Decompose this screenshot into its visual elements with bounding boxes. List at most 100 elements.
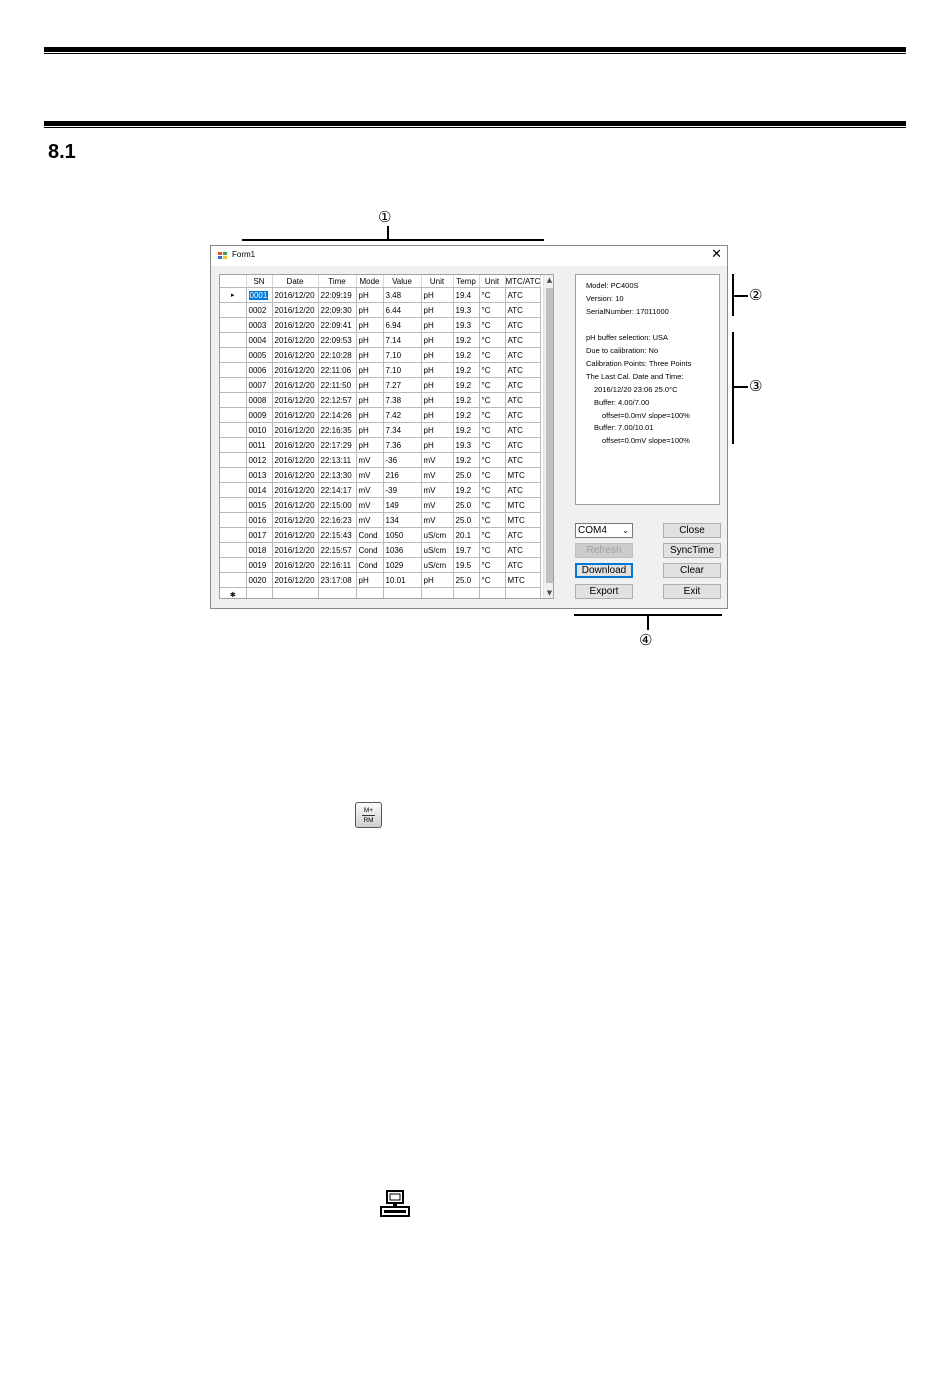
grid-cell[interactable]: 0018 — [246, 542, 273, 558]
grid-cell[interactable]: 22:09:53 — [318, 332, 357, 348]
grid-cell[interactable]: 23:17:08 — [318, 572, 357, 588]
grid-cell[interactable]: 134 — [383, 512, 422, 528]
grid-cell[interactable]: °C — [479, 377, 506, 393]
grid-cell[interactable]: 2016/12/20 — [272, 332, 319, 348]
synctime-button[interactable]: SyncTime — [663, 543, 721, 558]
grid-cell[interactable]: 19.2 — [453, 332, 480, 348]
grid-cell[interactable]: pH — [356, 287, 384, 303]
close-icon[interactable]: ✕ — [711, 247, 722, 262]
row-header[interactable] — [220, 422, 247, 438]
grid-cell[interactable]: pH — [356, 317, 384, 333]
grid-cell[interactable]: ATC — [505, 407, 542, 423]
row-header[interactable]: ✱ — [220, 587, 247, 598]
row-header[interactable] — [220, 497, 247, 513]
grid-cell[interactable]: 22:15:43 — [318, 527, 357, 543]
grid-cell[interactable]: ATC — [505, 482, 542, 498]
grid-cell[interactable]: uS/cm — [421, 557, 454, 573]
table-row[interactable]: 0008 2016/12/20 22:12:57 pH 7.38 pH 19.2 °C ATC — [220, 392, 542, 408]
grid-cell[interactable] — [479, 587, 506, 598]
grid-cell[interactable]: 2016/12/20 — [272, 512, 319, 528]
grid-cell[interactable]: °C — [479, 392, 506, 408]
grid-cell[interactable]: ATC — [505, 317, 542, 333]
row-header[interactable] — [220, 377, 247, 393]
grid-cell[interactable]: 25.0 — [453, 512, 480, 528]
grid-cell[interactable]: -39 — [383, 482, 422, 498]
grid-cell[interactable]: uS/cm — [421, 542, 454, 558]
grid-cell[interactable]: 0001 — [246, 287, 273, 303]
grid-cell[interactable]: pH — [421, 572, 454, 588]
grid-cell[interactable]: pH — [421, 392, 454, 408]
grid-cell[interactable]: pH — [356, 392, 384, 408]
grid-cell[interactable]: 2016/12/20 — [272, 302, 319, 318]
grid-cell[interactable]: ATC — [505, 437, 542, 453]
grid-cell[interactable]: 19.2 — [453, 452, 480, 468]
column-header[interactable]: Date — [272, 275, 319, 288]
grid-cell[interactable]: 2016/12/20 — [272, 572, 319, 588]
grid-cell[interactable]: pH — [421, 377, 454, 393]
grid-cell[interactable]: mV — [356, 452, 384, 468]
grid-cell[interactable]: 0007 — [246, 377, 273, 393]
grid-cell[interactable]: °C — [479, 542, 506, 558]
grid-cell[interactable]: 2016/12/20 — [272, 467, 319, 483]
grid-cell[interactable]: pH — [356, 377, 384, 393]
grid-cell[interactable]: pH — [356, 437, 384, 453]
grid-cell[interactable]: 20.1 — [453, 527, 480, 543]
grid-cell[interactable]: 2016/12/20 — [272, 362, 319, 378]
grid-cell[interactable] — [383, 587, 422, 598]
grid-cell[interactable] — [421, 587, 454, 598]
grid-cell[interactable]: 0009 — [246, 407, 273, 423]
grid-cell[interactable]: 19.2 — [453, 392, 480, 408]
grid-cell[interactable]: °C — [479, 512, 506, 528]
grid-cell[interactable]: 2016/12/20 — [272, 347, 319, 363]
grid-cell[interactable]: pH — [421, 302, 454, 318]
grid-cell[interactable]: 0011 — [246, 437, 273, 453]
table-row[interactable]: 0011 2016/12/20 22:17:29 pH 7.36 pH 19.3 °C ATC — [220, 437, 542, 453]
chevron-down-icon[interactable]: ⌄ — [622, 526, 629, 535]
grid-cell[interactable]: 22:12:57 — [318, 392, 357, 408]
grid-cell[interactable]: 19.2 — [453, 482, 480, 498]
grid-cell[interactable]: pH — [356, 332, 384, 348]
grid-cell[interactable]: MTC — [505, 572, 542, 588]
grid-cell[interactable]: mV — [356, 467, 384, 483]
table-row[interactable]: 0017 2016/12/20 22:15:43 Cond 1050 uS/cm 20.1 °… — [220, 527, 542, 543]
grid-cell[interactable]: 149 — [383, 497, 422, 513]
grid-cell[interactable]: °C — [479, 527, 506, 543]
grid-cell[interactable]: 1036 — [383, 542, 422, 558]
grid-cell[interactable]: 1050 — [383, 527, 422, 543]
grid-cell[interactable]: 2016/12/20 — [272, 317, 319, 333]
row-header[interactable] — [220, 527, 247, 543]
grid-cell[interactable]: 22:11:50 — [318, 377, 357, 393]
column-header[interactable]: Unit — [421, 275, 454, 288]
grid-cell[interactable]: 22:15:00 — [318, 497, 357, 513]
grid-cell[interactable]: 2016/12/20 — [272, 377, 319, 393]
grid-cell[interactable]: 2016/12/20 — [272, 452, 319, 468]
grid-cell[interactable]: pH — [421, 317, 454, 333]
grid-cell[interactable]: ATC — [505, 422, 542, 438]
grid-cell[interactable]: ATC — [505, 392, 542, 408]
grid-cell[interactable] — [453, 587, 480, 598]
grid-cell[interactable]: 2016/12/20 — [272, 392, 319, 408]
row-header[interactable]: ▸ — [220, 287, 247, 303]
vertical-scrollbar[interactable]: ▲ ▼ — [543, 275, 553, 598]
grid-cell[interactable]: -36 — [383, 452, 422, 468]
grid-cell[interactable]: 22:10:28 — [318, 347, 357, 363]
grid-cell[interactable]: 25.0 — [453, 497, 480, 513]
table-row[interactable]: 0007 2016/12/20 22:11:50 pH 7.27 pH 19.2 °C ATC — [220, 377, 542, 393]
grid-cell[interactable]: 19.2 — [453, 407, 480, 423]
grid-cell[interactable]: 22:09:30 — [318, 302, 357, 318]
grid-cell[interactable]: MTC — [505, 467, 542, 483]
grid-cell[interactable]: 2016/12/20 — [272, 497, 319, 513]
grid-cell[interactable]: 6.44 — [383, 302, 422, 318]
grid-cell[interactable]: 22:16:35 — [318, 422, 357, 438]
export-button[interactable]: Export — [575, 584, 633, 599]
table-row[interactable]: 0010 2016/12/20 22:16:35 pH 7.34 pH 19.2 °C ATC — [220, 422, 542, 438]
grid-cell[interactable]: °C — [479, 302, 506, 318]
grid-cell[interactable]: 0015 — [246, 497, 273, 513]
records-grid[interactable]: SN Date Time Mode Value Unit Temp Unit M… — [219, 274, 554, 599]
download-button[interactable]: Download — [575, 563, 633, 578]
grid-cell[interactable]: 0012 — [246, 452, 273, 468]
grid-cell[interactable]: pH — [356, 422, 384, 438]
grid-cell[interactable]: 10.01 — [383, 572, 422, 588]
grid-cell[interactable]: °C — [479, 437, 506, 453]
grid-cell[interactable]: 19.3 — [453, 317, 480, 333]
